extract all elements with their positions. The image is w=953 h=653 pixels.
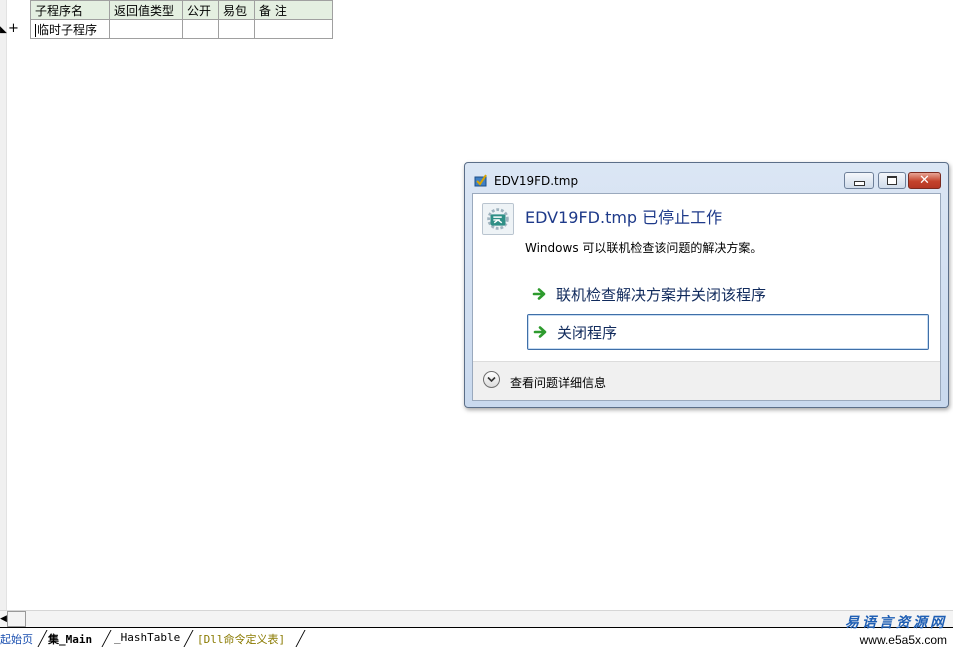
tab-main[interactable]: 集_Main	[48, 631, 92, 647]
column-header-name: 子程序名	[30, 0, 110, 20]
cell-subroutine-name[interactable]: 临时子程序	[30, 19, 110, 39]
left-gutter	[0, 0, 7, 610]
horizontal-scrollbar[interactable]: ◀	[0, 610, 953, 628]
watermark-url: www.e5a5x.com	[859, 633, 947, 647]
app-window-icon	[474, 174, 487, 187]
chevron-down-icon	[487, 376, 496, 383]
tab-start-page[interactable]: 起始页	[0, 631, 33, 647]
tab-dll-command-table[interactable]: [Dll命令定义表]	[197, 631, 285, 647]
editor-tab-bar: 起始页 集_Main _HashTable [Dll命令定义表]	[0, 627, 953, 653]
close-button[interactable]: ✕	[908, 172, 941, 189]
cell-return-type[interactable]	[109, 19, 183, 39]
check-online-label: 联机检查解决方案并关闭该程序	[556, 285, 767, 304]
dialog-title: EDV19FD.tmp	[494, 174, 579, 188]
scroll-left-icon[interactable]: ◀	[0, 613, 7, 625]
dialog-title-bar[interactable]: EDV19FD.tmp ✕	[465, 163, 948, 193]
watermark-text: 易语言资源网	[845, 615, 947, 631]
minimize-icon	[853, 181, 865, 186]
scrollbar-thumb[interactable]	[7, 611, 26, 627]
expand-toggle[interactable]: +	[8, 21, 19, 36]
cell-public[interactable]	[182, 19, 219, 39]
check-online-solution-button[interactable]: 联机检查解决方案并关闭该程序	[527, 276, 929, 312]
view-details-link[interactable]: 查看问题详细信息	[510, 374, 606, 391]
dialog-heading: EDV19FD.tmp 已停止工作	[525, 208, 723, 227]
subroutine-table: 子程序名 返回值类型 公开 易包 备 注 临时子程序	[30, 0, 333, 39]
green-arrow-icon	[533, 326, 547, 338]
green-arrow-icon	[532, 288, 546, 300]
error-dialog: EDV19FD.tmp ✕ EDV19FD.tmp 已停止工作 Windows …	[464, 162, 949, 408]
dialog-footer: 查看问题详细信息	[473, 361, 940, 400]
close-program-button[interactable]: 关闭程序	[527, 314, 929, 350]
column-header-return-type: 返回值类型	[109, 0, 183, 20]
tab-divider	[295, 630, 306, 647]
column-header-package: 易包	[218, 0, 255, 20]
column-header-remark: 备 注	[254, 0, 333, 20]
maximize-button[interactable]	[878, 172, 906, 189]
cell-remark[interactable]	[254, 19, 333, 39]
minimize-button[interactable]	[844, 172, 874, 189]
dialog-description: Windows 可以联机检查该问题的解决方案。	[525, 241, 763, 255]
watermark: 易语言资源网 www.e5a5x.com	[845, 612, 947, 647]
close-program-label: 关闭程序	[557, 323, 618, 342]
program-icon	[482, 203, 514, 235]
row-pointer-icon: ◣	[0, 25, 7, 35]
cell-package[interactable]	[218, 19, 255, 39]
tab-divider	[101, 630, 112, 647]
table-header-row: 子程序名 返回值类型 公开 易包 备 注	[30, 0, 333, 20]
close-icon: ✕	[919, 173, 930, 188]
dialog-body: EDV19FD.tmp 已停止工作 Windows 可以联机检查该问题的解决方案…	[472, 193, 941, 401]
expand-details-button[interactable]	[483, 371, 500, 388]
tab-divider	[183, 630, 194, 647]
text-caret	[35, 23, 36, 37]
maximize-icon	[887, 176, 897, 185]
tab-hashtable[interactable]: _HashTable	[114, 631, 180, 644]
column-header-public: 公开	[182, 0, 219, 20]
tab-divider	[37, 630, 48, 647]
table-row[interactable]: 临时子程序	[30, 19, 333, 39]
